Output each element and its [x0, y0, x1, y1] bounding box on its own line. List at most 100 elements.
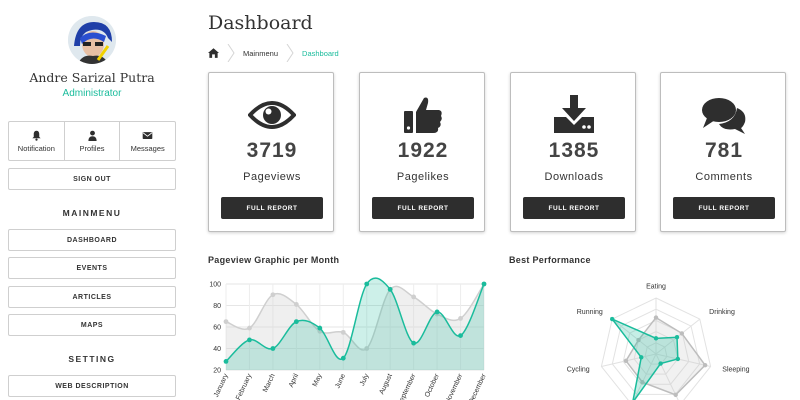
- messages-button[interactable]: Messages: [120, 122, 175, 160]
- user-name: Andre Sarizal Putra: [29, 70, 155, 85]
- messages-label: Messages: [130, 143, 165, 153]
- radar-point: [674, 335, 680, 340]
- breadcrumb: Mainmenu Dashboard: [208, 44, 339, 62]
- stat-value: 1922: [397, 139, 449, 162]
- data-point: [247, 325, 252, 331]
- full-report-button[interactable]: FULL REPORT: [523, 197, 625, 219]
- x-tick-label: March: [262, 373, 277, 394]
- x-tick-label: May: [312, 372, 324, 387]
- data-point: [434, 309, 440, 315]
- radar-point: [658, 361, 663, 366]
- chevron-right-icon: [227, 44, 235, 62]
- setting-heading: SETTING: [68, 354, 116, 364]
- data-point: [411, 294, 417, 300]
- radar-point: [610, 316, 615, 322]
- full-report-button[interactable]: FULL REPORT: [372, 197, 474, 219]
- stat-value: 3719: [246, 139, 298, 162]
- stat-label: Pageviews: [243, 171, 301, 183]
- x-tick-label: December: [468, 372, 488, 400]
- profiles-label: Profiles: [79, 143, 105, 153]
- menu-item-dashboard[interactable]: DASHBOARD: [8, 229, 176, 251]
- data-point: [293, 302, 299, 307]
- radar-axis-label: Running: [577, 309, 603, 316]
- y-tick-label: 80: [213, 303, 221, 310]
- download-icon: [554, 95, 594, 133]
- data-point: [223, 319, 229, 325]
- thumbs-up-icon: [404, 97, 442, 133]
- home-icon: [208, 48, 219, 58]
- sign-out-button[interactable]: SIGN OUT: [8, 168, 176, 190]
- eye-icon: [248, 101, 296, 129]
- data-point: [293, 319, 299, 325]
- data-point: [247, 337, 252, 343]
- radar-point: [623, 358, 629, 364]
- data-point: [481, 281, 487, 287]
- stat-value: 781: [704, 139, 744, 162]
- menu-item-maps[interactable]: MAPS: [8, 314, 176, 336]
- data-point: [411, 340, 417, 346]
- menu-item-web-description[interactable]: WEB DESCRIPTION: [8, 375, 176, 397]
- data-point: [458, 333, 463, 338]
- radar-point: [639, 355, 644, 360]
- x-tick-label: August: [378, 373, 394, 396]
- data-point: [340, 355, 346, 361]
- user-icon: [87, 130, 97, 141]
- chevron-right-icon: [286, 44, 294, 62]
- data-point: [270, 346, 276, 351]
- mainmenu-heading: MAINMENU: [62, 208, 122, 218]
- line-chart-title: Pageview Graphic per Month: [208, 255, 340, 265]
- stat-label: Comments: [695, 171, 753, 183]
- radar-point: [679, 331, 685, 336]
- x-tick-label: January: [213, 372, 230, 398]
- y-tick-label: 40: [213, 346, 221, 353]
- data-point: [223, 359, 229, 364]
- stat-card-downloads: Downloads 1385 FULL REPORT: [510, 72, 636, 232]
- data-point: [270, 292, 276, 298]
- radar-axis-label: Cycling: [567, 367, 590, 374]
- x-tick-label: June: [334, 373, 347, 390]
- full-report-button[interactable]: FULL REPORT: [221, 197, 323, 219]
- y-tick-label: 60: [213, 325, 221, 332]
- performance-radar-chart: EatingDrinkingSleepingDesigningCodingCyc…: [567, 284, 750, 400]
- radar-point: [702, 363, 708, 368]
- user-role: Administrator: [62, 88, 122, 99]
- pageview-line-chart: 20 40 60 80 100 January February March April May J…: [209, 277, 488, 400]
- breadcrumb-mainmenu[interactable]: Mainmenu: [243, 49, 278, 58]
- quick-links: Notification Profiles Messages: [8, 121, 176, 161]
- data-point: [364, 281, 370, 287]
- x-tick-label: July: [359, 372, 371, 387]
- stat-label: Pagelikes: [396, 171, 450, 183]
- breadcrumb-home[interactable]: [208, 48, 219, 58]
- data-point: [458, 316, 463, 321]
- comments-icon: [702, 98, 746, 134]
- data-point: [340, 329, 346, 335]
- profiles-button[interactable]: Profiles: [65, 122, 121, 160]
- radar-point: [675, 356, 681, 362]
- full-report-button[interactable]: FULL REPORT: [673, 197, 775, 219]
- radar-point: [653, 336, 659, 341]
- stat-card-comments: Comments 781 FULL REPORT: [660, 72, 786, 232]
- x-tick-label: February: [235, 372, 253, 400]
- menu-item-events[interactable]: EVENTS: [8, 257, 176, 279]
- radar-axis-label: Drinking: [709, 309, 735, 316]
- data-point: [387, 286, 393, 292]
- radar-chart-title: Best Performance: [509, 255, 591, 265]
- avatar[interactable]: [68, 16, 116, 64]
- notification-button[interactable]: Notification: [9, 122, 65, 160]
- radar-axis-label: Eating: [646, 284, 666, 291]
- radar-point: [673, 392, 678, 398]
- radar-point: [653, 315, 659, 320]
- menu-item-articles[interactable]: ARTICLES: [8, 286, 176, 308]
- envelope-icon: [142, 131, 153, 139]
- stat-value: 1385: [548, 139, 600, 162]
- y-tick-label: 100: [209, 282, 221, 289]
- x-tick-label: September: [397, 372, 418, 400]
- y-tick-label: 20: [213, 368, 221, 375]
- x-tick-label: November: [444, 372, 464, 400]
- x-tick-label: April: [288, 372, 300, 388]
- radar-axis-label: Sleeping: [722, 367, 749, 374]
- notification-label: Notification: [17, 143, 55, 153]
- stat-label: Downloads: [544, 171, 604, 183]
- data-point: [317, 325, 323, 331]
- stat-card-pagelikes: Pagelikes 1922 FULL REPORT: [359, 72, 485, 232]
